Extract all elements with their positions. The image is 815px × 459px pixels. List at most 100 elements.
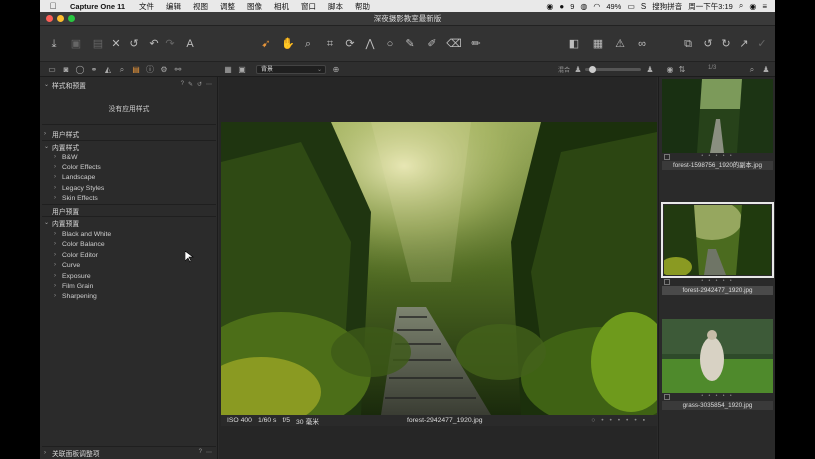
details-tab-icon[interactable]: ⌕ [116, 64, 128, 75]
rotate-tool-icon[interactable]: ⟳ [342, 36, 358, 52]
compare-icon[interactable]: ◧ [566, 36, 582, 52]
input-method-label[interactable]: 搜狗拼音 [652, 1, 682, 12]
builtin-styles-header[interactable]: ⌄ 内置样式 [40, 141, 218, 152]
thumbnail-rating[interactable]: • • • • • [662, 278, 773, 286]
eraser-tool-icon[interactable]: ⌫ [446, 36, 462, 52]
notification-icon[interactable]: ● [559, 2, 564, 11]
preset-item-exposure[interactable]: › Exposure [54, 271, 91, 281]
rotate-right-icon[interactable]: ↻ [718, 36, 734, 52]
brush-tool-icon[interactable]: ✐ [424, 36, 440, 52]
siri-icon[interactable]: ◉ [749, 2, 756, 11]
keystone-tool-icon[interactable]: ⋀ [362, 36, 378, 52]
rating-stars[interactable]: ○ • • • • • ▪ [591, 417, 647, 424]
wifi-icon[interactable]: ◠ [593, 2, 600, 11]
metadata-tab-icon[interactable]: ⓘ [144, 64, 156, 75]
battery-icon[interactable]: ▭ [627, 2, 635, 11]
thumbnail-rating[interactable]: • • • • • [662, 153, 773, 161]
menu-camera[interactable]: 相机 [268, 1, 295, 12]
preset-item-sharpening[interactable]: › Sharpening [54, 291, 97, 301]
output-tab-icon[interactable]: ⚙ [158, 64, 170, 75]
pan-tool-icon[interactable]: ✋ [280, 36, 296, 52]
capture-icon[interactable]: ▣ [68, 36, 84, 52]
crop-tool-icon[interactable]: ⌗ [322, 36, 338, 52]
styles-presets-header[interactable]: ⌄ 样式和预置 ? ✎ ↺ ⋯ [40, 79, 218, 90]
thumbnail-image[interactable] [662, 319, 773, 393]
single-view-icon[interactable]: ▣ [236, 64, 248, 75]
grid-icon[interactable]: ▦ [590, 36, 606, 52]
batch-tab-icon[interactable]: ⚯ [172, 64, 184, 75]
menu-app-name[interactable]: Capture One 11 [60, 2, 133, 11]
preset-item-curve[interactable]: › Curve [54, 260, 80, 270]
redo-icon[interactable]: ↷ [162, 36, 178, 52]
thumbnail-item-selected[interactable]: • • • • • forest-2942477_1920.jpg [661, 202, 774, 295]
process-icon[interactable]: ▤ [90, 36, 106, 52]
edit-icon[interactable]: ✎ [188, 81, 193, 88]
reset-icon[interactable]: ↺ [700, 36, 716, 52]
capture-tab-icon[interactable]: ◙ [60, 64, 72, 75]
opacity-slider-knob[interactable] [589, 66, 596, 73]
style-item-legacy[interactable]: › Legacy Styles [54, 183, 104, 193]
style-item-landscape[interactable]: › Landscape [54, 172, 95, 182]
menu-image[interactable]: 图像 [241, 1, 268, 12]
person-filter-icon[interactable]: ♟ [760, 64, 772, 75]
help-icon[interactable]: ? [181, 81, 184, 88]
thumbnail-item[interactable]: • • • • • grass-3035854_1920.jpg [662, 319, 773, 410]
thumbnail-rating[interactable]: • • • • • [662, 393, 773, 401]
maximize-window-button[interactable] [68, 15, 75, 22]
gradient-tool-icon[interactable]: ✏ [468, 36, 484, 52]
help-icon[interactable]: ? [199, 449, 202, 456]
apply-icon[interactable]: ✓ [754, 36, 770, 52]
record-icon[interactable]: ◉ [546, 2, 553, 11]
preset-item-color-balance[interactable]: › Color Balance [54, 239, 105, 249]
builtin-presets-header[interactable]: ⌄ 内置预置 [40, 217, 218, 228]
clock[interactable]: 周一下午3:19 [688, 1, 733, 12]
delete-icon[interactable]: ✕ [108, 36, 124, 52]
close-window-button[interactable] [46, 15, 53, 22]
image-viewer[interactable]: ISO 400 1/60 s f/5 30 毫米 forest-2942477_… [185, 77, 657, 459]
warning-icon[interactable]: ⚠ [612, 36, 628, 52]
thumbnail-image[interactable] [664, 205, 771, 275]
sort-icon[interactable]: ⇅ [676, 64, 688, 75]
reset-icon[interactable]: ↺ [197, 81, 202, 88]
user-styles-header[interactable]: › 用户样式 [40, 128, 218, 139]
search-icon[interactable]: ⌕ [739, 1, 743, 11]
forest-photo[interactable] [221, 122, 657, 415]
thumbnail-image[interactable] [662, 79, 773, 153]
menu-window[interactable]: 窗口 [295, 1, 322, 12]
menu-help[interactable]: 帮助 [349, 1, 376, 12]
layer-select[interactable]: 背景 ⌄ [256, 65, 326, 74]
preset-item-film-grain[interactable]: › Film Grain [54, 281, 93, 291]
style-item-skin[interactable]: › Skin Effects [54, 193, 98, 203]
grid-view-icon[interactable]: ▦ [222, 64, 234, 75]
input-method-icon[interactable]: S [641, 2, 646, 11]
export-arrow-icon[interactable]: ↗ [736, 36, 752, 52]
menu-edit[interactable]: 编辑 [160, 1, 187, 12]
undo-icon[interactable]: ↶ [146, 36, 162, 52]
linked-adjustments-header[interactable]: › 关联面板调整项 ? ⋯ [40, 447, 218, 458]
zoom-tool-icon[interactable]: ⌕ [300, 36, 316, 52]
library-tab-icon[interactable]: ▭ [46, 64, 58, 75]
cursor-tool-icon[interactable]: ➹ [258, 36, 274, 52]
spot-tool-icon[interactable]: ○ [382, 36, 398, 52]
exposure-tab-icon[interactable]: ◭ [102, 64, 114, 75]
style-item-bw[interactable]: › B&W [54, 152, 77, 162]
copy-adjustments-icon[interactable]: ⧉ [680, 36, 696, 52]
wechat-icon[interactable]: ◍ [580, 2, 587, 11]
picker-tool-icon[interactable]: ✎ [402, 36, 418, 52]
more-icon[interactable]: ⋯ [206, 449, 212, 456]
adjustments-tab-icon[interactable]: ▤ [130, 64, 142, 75]
add-layer-icon[interactable]: ⊕ [330, 64, 342, 75]
menu-adjust[interactable]: 调整 [214, 1, 241, 12]
preset-item-bw[interactable]: › Black and White [54, 229, 111, 239]
lens-tab-icon[interactable]: ◯ [74, 64, 86, 75]
search-icon[interactable]: ⌕ [746, 64, 758, 75]
apple-icon[interactable]:  [46, 1, 60, 11]
menu-list-icon[interactable]: ≡ [762, 2, 767, 11]
user-icon[interactable]: ♟ [572, 64, 584, 75]
thumbnail-item[interactable]: • • • • • forest-1598756_1920的副本.jpg [662, 79, 773, 170]
minimize-window-button[interactable] [57, 15, 64, 22]
eye-icon[interactable]: ◉ [664, 64, 676, 75]
user-presets-header[interactable]: 用户预置 [40, 205, 218, 216]
proof-icon[interactable]: ∞ [634, 36, 650, 52]
style-item-color-effects[interactable]: › Color Effects [54, 162, 101, 172]
